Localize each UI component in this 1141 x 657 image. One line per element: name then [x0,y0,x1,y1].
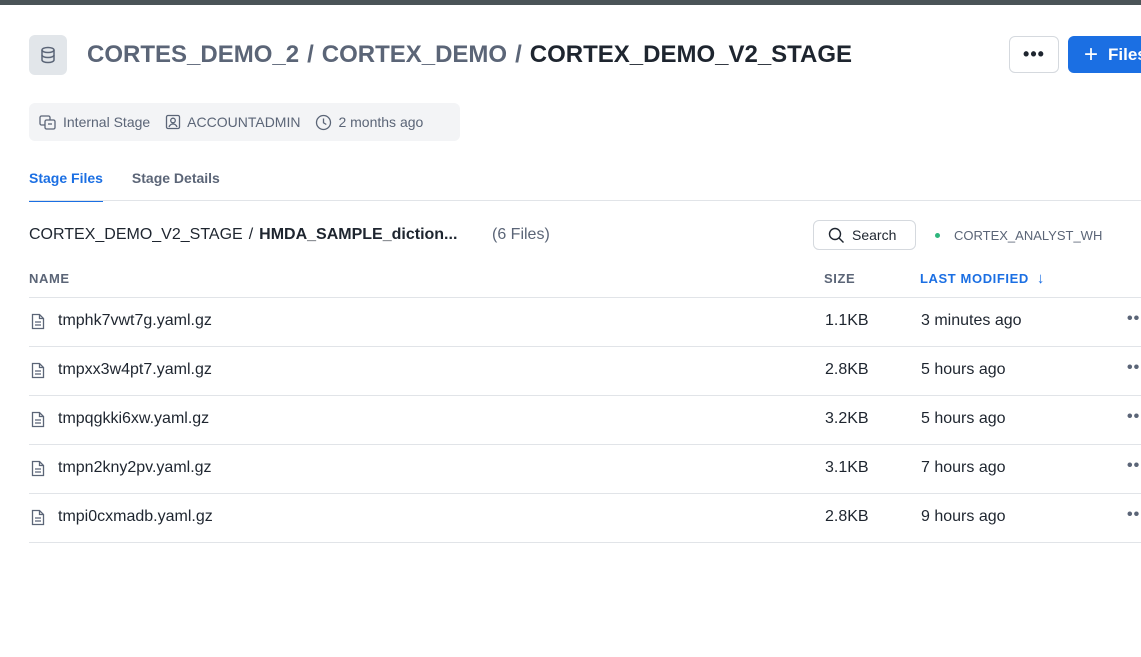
warehouse-selector[interactable]: CORTEX_ANALYST_WH [935,222,1102,248]
file-count: (6 Files) [492,226,550,243]
file-size: 3.2KB [825,410,869,427]
warehouse-name: CORTEX_ANALYST_WH [954,227,1103,243]
path-current-folder: HMDA_SAMPLE_diction... [259,226,458,243]
warehouse-status-dot [935,232,940,238]
stage-icon [39,115,56,130]
stage-meta-bar: Internal Stage ACCOUNTADMIN 2 months ago [29,103,460,141]
file-icon [31,509,45,531]
row-actions-button[interactable]: •• [1127,359,1140,377]
breadcrumb-stage: CORTEX_DEMO_V2_STAGE [529,41,853,68]
tabs-divider [29,200,1141,201]
file-name[interactable]: tmphk7vwt7g.yaml.gz [58,312,212,330]
ellipsis-icon: ••• [1023,44,1045,64]
file-last-modified: 9 hours ago [921,508,1006,525]
clock-icon [316,114,332,130]
file-last-modified: 3 minutes ago [921,312,1022,329]
row-actions-button[interactable]: •• [1127,310,1140,328]
file-name[interactable]: tmpi0cxmadb.yaml.gz [58,508,213,526]
more-actions-button[interactable]: ••• [1009,36,1059,73]
file-last-modified: 7 hours ago [921,459,1006,476]
stage-created-label: 2 months ago [338,114,424,130]
file-name[interactable]: tmpqgkki6xw.yaml.gz [58,410,209,428]
search-icon [828,227,844,243]
table-row[interactable]: tmpqgkki6xw.yaml.gz 3.2KB 5 hours ago •• [29,396,1141,445]
file-last-modified: 5 hours ago [921,410,1006,427]
tab-stage-details[interactable]: Stage Details [132,165,220,201]
folder-path: CORTEX_DEMO_V2_STAGE / HMDA_SAMPLE_dicti… [29,222,457,248]
column-header-last-modified-label: LAST MODIFIED [920,270,1029,286]
column-header-name[interactable]: NAME [29,270,70,286]
file-size: 2.8KB [825,361,869,378]
breadcrumb-separator: / [515,41,522,68]
tab-bar: Stage Files Stage Details [29,165,249,202]
table-row[interactable]: tmpn2kny2pv.yaml.gz 3.1KB 7 hours ago •• [29,445,1141,494]
stage-type: Internal Stage [39,114,150,130]
path-root-link[interactable]: CORTEX_DEMO_V2_STAGE [29,226,243,244]
stage-owner: ACCOUNTADMIN [165,114,300,130]
file-icon [31,460,45,482]
tab-stage-files[interactable]: Stage Files [29,165,103,202]
file-list: tmphk7vwt7g.yaml.gz 1.1KB 3 minutes ago •• t… [29,298,1141,543]
table-row[interactable]: tmpi0cxmadb.yaml.gz 2.8KB 9 hours ago •• [29,494,1141,543]
row-actions-button[interactable]: •• [1127,457,1140,475]
file-size: 1.1KB [825,312,869,329]
add-files-label: Files [1108,44,1141,64]
row-actions-button[interactable]: •• [1127,506,1140,524]
stage-owner-label: ACCOUNTADMIN [187,114,301,130]
page-title-breadcrumb: CORTES_DEMO_2 / CORTEX_DEMO / CORTEX_DEM… [87,38,852,72]
user-icon [166,114,181,130]
file-name[interactable]: tmpn2kny2pv.yaml.gz [58,459,212,477]
file-size: 2.8KB [825,508,869,525]
table-row[interactable]: tmpxx3w4pt7.yaml.gz 2.8KB 5 hours ago •• [29,347,1141,396]
breadcrumb-database[interactable]: CORTES_DEMO_2 [87,41,299,69]
add-files-button[interactable]: + Files [1068,36,1141,73]
row-actions-button[interactable]: •• [1127,408,1140,426]
file-name[interactable]: tmpxx3w4pt7.yaml.gz [58,361,212,379]
breadcrumb-schema[interactable]: CORTEX_DEMO [322,41,507,69]
table-row[interactable]: tmphk7vwt7g.yaml.gz 1.1KB 3 minutes ago •• [29,298,1141,347]
file-icon [31,313,45,335]
column-header-size[interactable]: SIZE [824,270,855,286]
sort-descending-icon: ↓ [1036,269,1046,287]
file-icon [31,362,45,384]
file-last-modified: 5 hours ago [921,361,1006,378]
plus-icon: + [1084,40,1099,68]
search-label: Search [852,227,897,243]
breadcrumb-separator: / [307,41,314,68]
stage-created: 2 months ago [315,114,423,131]
column-header-last-modified[interactable]: LAST MODIFIED ↓ [920,269,1046,287]
file-size: 3.1KB [825,459,869,476]
path-separator: / [248,226,254,243]
search-button[interactable]: Search [813,220,916,250]
stage-type-label: Internal Stage [63,114,151,130]
file-icon [31,411,45,433]
database-icon [29,35,67,75]
window-top-bar [0,0,1141,5]
